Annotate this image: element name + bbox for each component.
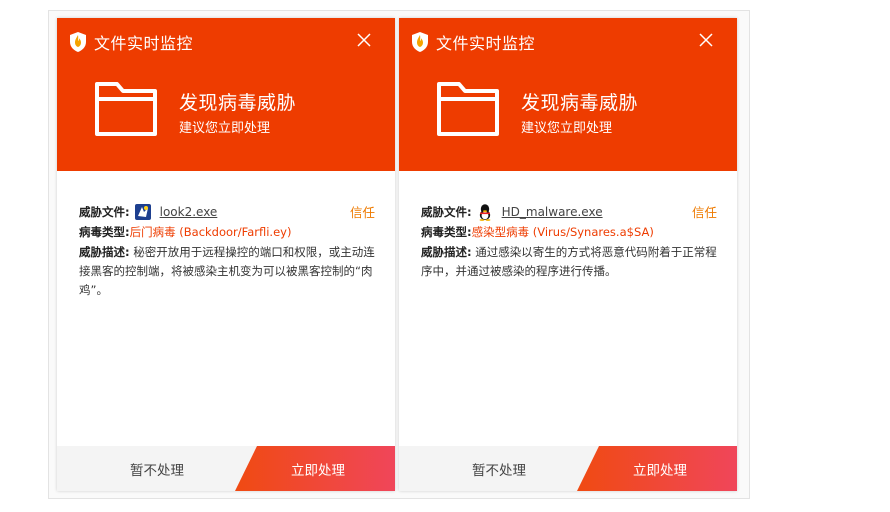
virus-type-row: 病毒类型: 感染型病毒 (Virus/Synares.a$SA) (421, 222, 717, 242)
close-icon[interactable] (355, 31, 373, 49)
popup-footer: 暂不处理 立即处理 (57, 446, 395, 491)
trust-button[interactable]: 信任 (692, 203, 717, 222)
window-title: 文件实时监控 (94, 34, 194, 53)
handle-now-button[interactable]: 立即处理 (577, 446, 737, 491)
type-label: 病毒类型: (421, 224, 472, 239)
threat-description-row: 威胁描述: 秘密开放用于远程操控的端口和权限，或主动连接黑客的控制端，将被感染主… (79, 243, 375, 300)
threat-file-row: 威胁文件: HD_malware.exe 信任 (421, 202, 717, 222)
alert-subtitle: 建议您立即处理 (521, 121, 613, 136)
desc-label: 威胁描述: (421, 245, 472, 259)
type-label: 病毒类型: (79, 224, 130, 239)
desc-label: 威胁描述: (79, 245, 130, 259)
folder-icon (95, 82, 157, 136)
virus-alert-popup: 文件实时监控 发现病毒威胁 建议您立即处理 威胁文件: look2.exe 信任… (57, 18, 395, 491)
popup-header: 文件实时监控 发现病毒威胁 建议您立即处理 (399, 18, 737, 171)
alert-title: 发现病毒威胁 (179, 92, 297, 114)
shield-icon (412, 32, 428, 52)
close-icon[interactable] (697, 31, 715, 49)
virus-type: 后门病毒 (Backdoor/Farfli.ey) (129, 224, 292, 239)
threat-details: 威胁文件: HD_malware.exe 信任 病毒类型: 感染型病毒 (Vir… (421, 202, 717, 281)
virus-type-row: 病毒类型: 后门病毒 (Backdoor/Farfli.ey) (79, 222, 375, 242)
popup-header: 文件实时监控 发现病毒威胁 建议您立即处理 (57, 18, 395, 171)
threat-description-row: 威胁描述: 通过感染以寄生的方式将恶意代码附着于正常程序中，并通过被感染的程序进… (421, 243, 717, 281)
alert-title: 发现病毒威胁 (521, 92, 639, 114)
handle-now-button[interactable]: 立即处理 (235, 446, 395, 491)
trust-button[interactable]: 信任 (350, 203, 375, 222)
threat-details: 威胁文件: look2.exe 信任 病毒类型: 后门病毒 (Backdoor/… (79, 202, 375, 300)
file-label: 威胁文件: (79, 204, 130, 219)
app-icon (134, 204, 151, 220)
title-bar: 文件实时监控 (69, 30, 193, 54)
virus-type: 感染型病毒 (Virus/Synares.a$SA) (471, 224, 654, 239)
threat-file-row: 威胁文件: look2.exe 信任 (79, 202, 375, 222)
ignore-button[interactable]: 暂不处理 (399, 446, 599, 491)
alert-subtitle: 建议您立即处理 (179, 121, 271, 136)
window-title: 文件实时监控 (436, 34, 536, 53)
popup-footer: 暂不处理 立即处理 (399, 446, 737, 491)
file-label: 威胁文件: (421, 204, 472, 219)
shield-icon (70, 32, 86, 52)
file-name-link[interactable]: look2.exe (160, 203, 218, 222)
virus-alert-popup: 文件实时监控 发现病毒威胁 建议您立即处理 威胁文件: HD_malware.e… (399, 18, 737, 491)
ignore-button[interactable]: 暂不处理 (57, 446, 257, 491)
penguin-icon (479, 204, 491, 221)
title-bar: 文件实时监控 (411, 30, 535, 54)
folder-icon (437, 82, 499, 136)
file-name-link[interactable]: HD_malware.exe (502, 203, 603, 222)
